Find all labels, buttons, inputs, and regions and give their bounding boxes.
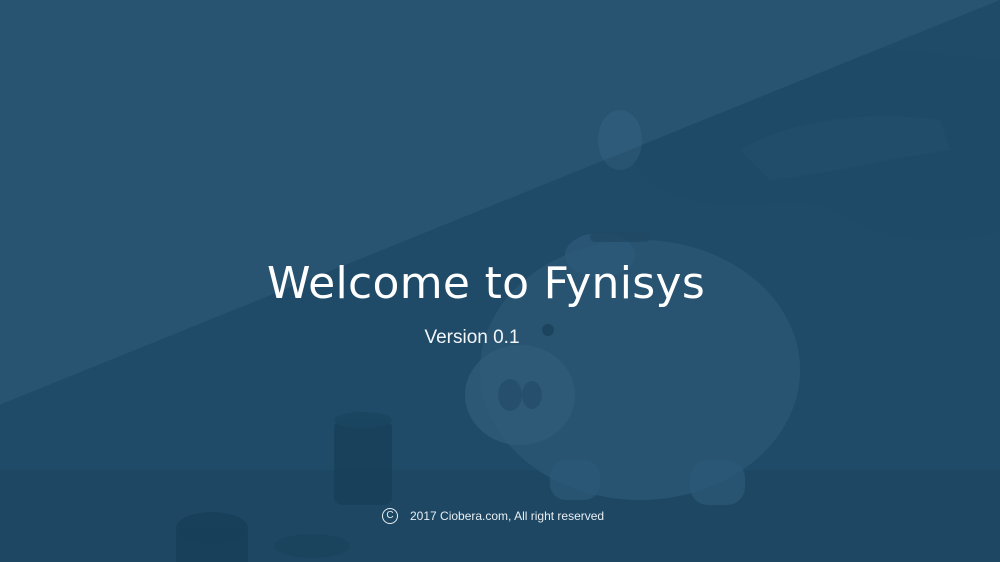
splash-screen: Welcome to Fynisys Version 0.1 C 2017 Ci… [0, 0, 1000, 562]
splash-content: Welcome to Fynisys Version 0.1 C 2017 Ci… [0, 0, 1000, 562]
copyright-footer: C 2017 Ciobera.com, All right reserved [382, 505, 604, 527]
copyright-icon: C [382, 508, 398, 524]
copyright-text: 2017 Ciobera.com, All right reserved [410, 509, 605, 523]
welcome-title: Welcome to Fynisys [266, 258, 706, 309]
version-label: Version 0.1 [424, 327, 520, 348]
